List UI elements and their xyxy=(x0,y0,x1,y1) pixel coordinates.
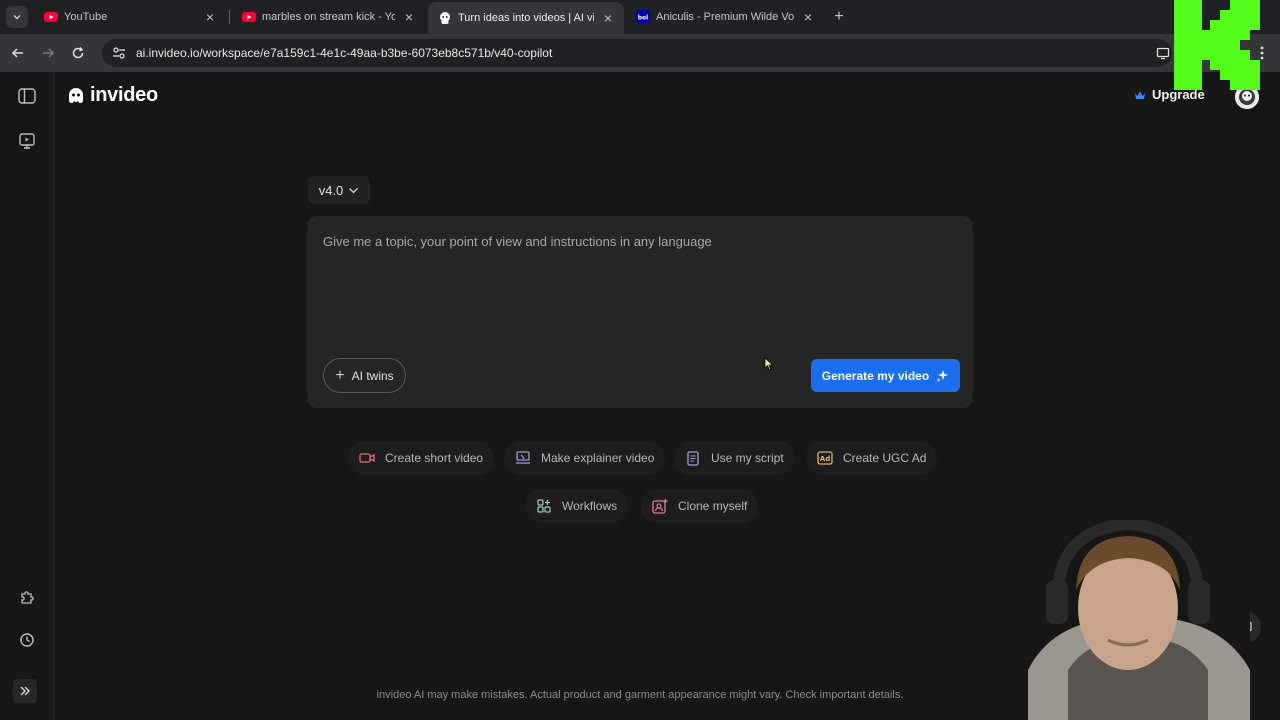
video-camera-icon xyxy=(359,450,375,466)
chip-label: Workflows xyxy=(562,499,618,513)
bol-icon: bol xyxy=(636,10,650,24)
screen-pointer-icon xyxy=(515,450,531,466)
address-bar[interactable]: ai.invideo.io/workspace/e7a159c1-4e1c-49… xyxy=(102,39,1172,67)
use-my-script-button[interactable]: Use my script xyxy=(674,441,795,475)
tab-title: marbles on stream kick - YouTube xyxy=(262,11,395,23)
workflows-button[interactable]: Workflows xyxy=(525,489,629,523)
generate-video-button[interactable]: Generate my video xyxy=(811,359,960,392)
chip-label: Use my script xyxy=(711,451,784,465)
history-icon[interactable] xyxy=(16,629,38,651)
make-explainer-video-button[interactable]: Make explainer video xyxy=(504,441,666,475)
browser-tab-active[interactable]: Turn ideas into videos | AI video × xyxy=(428,2,624,34)
ai-twins-label: AI twins xyxy=(351,368,394,383)
webcam-overlay xyxy=(1028,520,1250,720)
ad-icon: Ad xyxy=(817,450,833,466)
svg-text:Ad: Ad xyxy=(820,455,830,463)
chip-label: Create UGC Ad xyxy=(843,451,927,465)
generate-label: Generate my video xyxy=(821,368,930,383)
back-icon[interactable] xyxy=(8,43,28,63)
clone-icon xyxy=(652,498,668,514)
close-icon[interactable]: × xyxy=(401,9,417,25)
document-icon xyxy=(685,450,701,466)
browser-tab[interactable]: YouTube × xyxy=(34,4,226,30)
browser-tab-bar: YouTube × marbles on stream kick - YouTu… xyxy=(0,0,1280,34)
tab-title: Aniculis - Premium Wilde Vogel xyxy=(656,11,794,23)
clone-myself-button[interactable]: Clone myself xyxy=(641,489,759,523)
browser-tab[interactable]: marbles on stream kick - YouTube × xyxy=(232,4,425,30)
cursor-icon xyxy=(764,357,774,371)
tab-title: Turn ideas into videos | AI video xyxy=(458,12,594,24)
create-short-video-button[interactable]: Create short video xyxy=(348,441,495,475)
projects-icon[interactable] xyxy=(16,130,38,152)
tab-search-button[interactable] xyxy=(6,6,28,28)
chip-label: Create short video xyxy=(385,451,484,465)
plus-icon: + xyxy=(335,366,345,384)
site-settings-icon[interactable] xyxy=(110,44,128,62)
sidebar-toggle-icon[interactable] xyxy=(16,85,38,107)
youtube-icon xyxy=(242,10,256,24)
ai-twins-button[interactable]: + AI twins xyxy=(323,358,406,393)
close-icon[interactable]: × xyxy=(202,9,218,25)
tab-divider xyxy=(229,10,230,24)
chevron-down-icon xyxy=(349,187,359,193)
url-text: ai.invideo.io/workspace/e7a159c1-4e1c-49… xyxy=(136,46,553,60)
sparkle-icon xyxy=(936,370,949,382)
close-icon[interactable]: × xyxy=(800,9,816,25)
chip-label: Clone myself xyxy=(678,499,748,513)
version-select[interactable]: v4.0 xyxy=(308,176,370,204)
invideo-logo[interactable]: invideo xyxy=(66,84,158,107)
forward-icon[interactable] xyxy=(38,43,58,63)
chip-label: Make explainer video xyxy=(541,451,655,465)
kick-logo-overlay xyxy=(1174,0,1260,90)
close-icon[interactable]: × xyxy=(600,10,616,26)
puzzle-icon[interactable] xyxy=(16,586,38,608)
tab-title: YouTube xyxy=(64,11,108,23)
invideo-icon xyxy=(438,11,452,25)
browser-tab[interactable]: bol Aniculis - Premium Wilde Vogel × xyxy=(626,4,824,30)
invideo-ghost-icon xyxy=(68,87,84,103)
logo-text: invideo xyxy=(90,84,158,106)
browser-toolbar: ai.invideo.io/workspace/e7a159c1-4e1c-49… xyxy=(0,34,1280,72)
svg-text:bol: bol xyxy=(638,15,648,22)
grid-sparkle-icon xyxy=(536,498,552,514)
version-label: v4.0 xyxy=(318,182,344,198)
left-rail xyxy=(0,72,54,720)
prompt-input[interactable] xyxy=(323,234,953,334)
reload-icon[interactable] xyxy=(68,43,88,63)
new-tab-icon[interactable]: + xyxy=(830,8,848,26)
youtube-icon xyxy=(44,10,58,24)
crown-icon xyxy=(1135,90,1145,99)
cast-icon[interactable] xyxy=(1153,43,1173,63)
prompt-card: + AI twins Generate my video xyxy=(307,216,973,408)
chevron-down-icon xyxy=(13,14,21,20)
create-ugc-ad-button[interactable]: Ad Create UGC Ad xyxy=(806,441,938,475)
